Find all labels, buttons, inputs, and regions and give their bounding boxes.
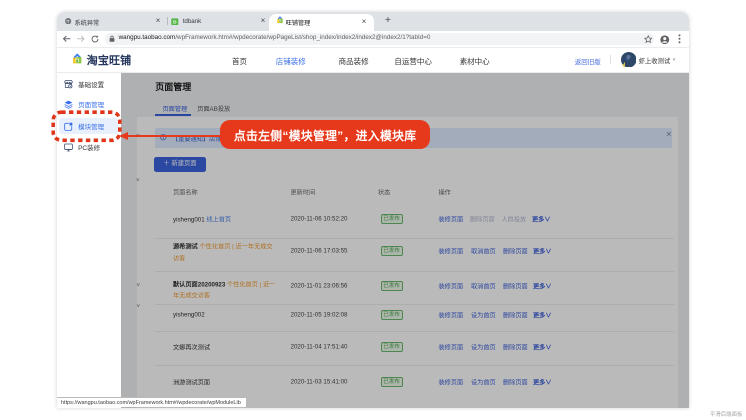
svg-text:D: D bbox=[173, 19, 177, 25]
